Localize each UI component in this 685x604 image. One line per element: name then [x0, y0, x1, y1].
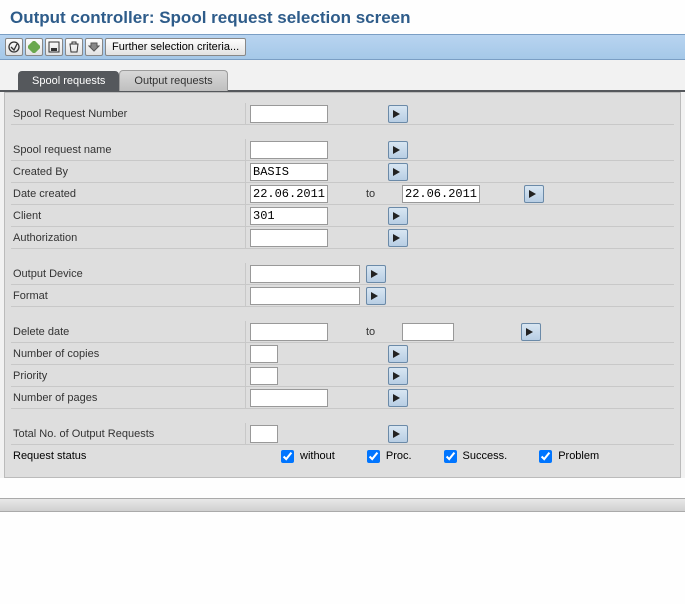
created-by-input[interactable] — [250, 163, 328, 181]
checkbox-problem[interactable] — [539, 450, 552, 463]
client-input[interactable] — [250, 207, 328, 225]
multi-select-button[interactable] — [388, 425, 408, 443]
total-output-requests-input[interactable] — [250, 425, 278, 443]
checkbox-proc-label: Proc. — [386, 450, 412, 462]
authorization-input[interactable] — [250, 229, 328, 247]
multi-select-button[interactable] — [524, 185, 544, 203]
status-bar — [0, 498, 685, 512]
checkbox-problem-label: Problem — [558, 450, 599, 462]
tab-spool-requests[interactable]: Spool requests — [18, 71, 119, 91]
tab-output-requests[interactable]: Output requests — [119, 70, 227, 91]
multi-select-button[interactable] — [388, 229, 408, 247]
delete-date-to-input[interactable] — [402, 323, 454, 341]
checkbox-success-label: Success. — [463, 450, 508, 462]
page-title: Output controller: Spool request selecti… — [0, 0, 685, 34]
label-spool-request-number: Spool Request Number — [11, 103, 246, 124]
spool-request-number-input[interactable] — [250, 105, 328, 123]
multi-select-button[interactable] — [388, 141, 408, 159]
label-delete-date: Delete date — [11, 321, 246, 342]
multi-select-button[interactable] — [388, 163, 408, 181]
delete-date-from-input[interactable] — [250, 323, 328, 341]
number-of-copies-input[interactable] — [250, 345, 278, 363]
number-of-pages-input[interactable] — [250, 389, 328, 407]
label-number-of-pages: Number of pages — [11, 387, 246, 408]
checkbox-without[interactable] — [281, 450, 294, 463]
multi-select-button[interactable] — [388, 389, 408, 407]
priority-input[interactable] — [250, 367, 278, 385]
multi-select-button[interactable] — [388, 207, 408, 225]
label-spool-request-name: Spool request name — [11, 139, 246, 160]
label-output-device: Output Device — [11, 263, 246, 284]
label-number-of-copies: Number of copies — [11, 343, 246, 364]
multi-select-button[interactable] — [388, 345, 408, 363]
execute-icon[interactable] — [5, 38, 23, 56]
date-created-to-input[interactable] — [402, 185, 480, 203]
save-icon[interactable] — [45, 38, 63, 56]
further-criteria-button[interactable]: Further selection criteria... — [105, 38, 246, 56]
dynamic-selections-icon[interactable] — [85, 38, 103, 56]
execute-variant-icon[interactable] — [25, 38, 43, 56]
multi-select-button[interactable] — [521, 323, 541, 341]
spool-request-name-input[interactable] — [250, 141, 328, 159]
checkbox-proc[interactable] — [367, 450, 380, 463]
label-authorization: Authorization — [11, 227, 246, 248]
output-device-input[interactable] — [250, 265, 360, 283]
label-format: Format — [11, 285, 246, 306]
tabstrip: Spool requests Output requests — [0, 70, 685, 91]
form-panel: Spool Request Number Spool request name … — [4, 92, 681, 478]
label-priority: Priority — [11, 365, 246, 386]
checkbox-without-label: without — [300, 450, 335, 462]
date-created-from-input[interactable] — [250, 185, 328, 203]
label-created-by: Created By — [11, 161, 246, 182]
label-request-status: Request status — [11, 450, 277, 462]
label-to: to — [366, 188, 396, 200]
checkbox-success[interactable] — [444, 450, 457, 463]
format-input[interactable] — [250, 287, 360, 305]
delete-icon[interactable] — [65, 38, 83, 56]
toolbar: Further selection criteria... — [0, 34, 685, 60]
label-client: Client — [11, 205, 246, 226]
label-date-created: Date created — [11, 183, 246, 204]
label-to: to — [366, 326, 396, 338]
multi-select-button[interactable] — [366, 287, 386, 305]
multi-select-button[interactable] — [388, 105, 408, 123]
multi-select-button[interactable] — [366, 265, 386, 283]
multi-select-button[interactable] — [388, 367, 408, 385]
label-total-output-requests: Total No. of Output Requests — [11, 423, 246, 444]
